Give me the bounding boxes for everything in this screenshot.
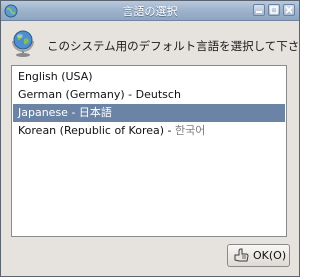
title-bar[interactable]: 言語の選択 xyxy=(1,1,299,21)
language-item-native-name: 한국어 xyxy=(175,124,206,137)
language-item-japanese[interactable]: Japanese - 日本語 xyxy=(13,104,285,122)
language-item-label: German (Germany) - Deutsch xyxy=(18,88,181,101)
ok-button[interactable]: OK(O) xyxy=(227,244,290,267)
close-icon[interactable] xyxy=(283,4,295,16)
language-item-english[interactable]: English (USA) xyxy=(13,68,285,86)
language-item-label: Japanese - 日本語 xyxy=(18,106,112,119)
language-item-german[interactable]: German (Germany) - Deutsch xyxy=(13,86,285,104)
ok-hand-icon xyxy=(233,248,249,263)
language-item-label: English (USA) xyxy=(18,70,93,83)
language-item-korean[interactable]: Korean (Republic of Korea) - 한국어 xyxy=(13,122,285,140)
prompt-text: このシステム用のデフォルト言語を選択して下さい。 xyxy=(47,39,300,53)
maximize-icon[interactable] xyxy=(268,4,280,16)
minimize-icon[interactable] xyxy=(253,4,265,16)
ok-button-label: OK(O) xyxy=(253,249,287,262)
globe-icon xyxy=(9,27,37,57)
language-list[interactable]: English (USA) German (Germany) - Deutsch… xyxy=(11,65,287,237)
language-dialog: 言語の選択 このシステム用のデフォルト言語を選択して下さい。 English (… xyxy=(0,0,300,277)
language-item-label: Korean (Republic of Korea) - xyxy=(18,124,175,137)
